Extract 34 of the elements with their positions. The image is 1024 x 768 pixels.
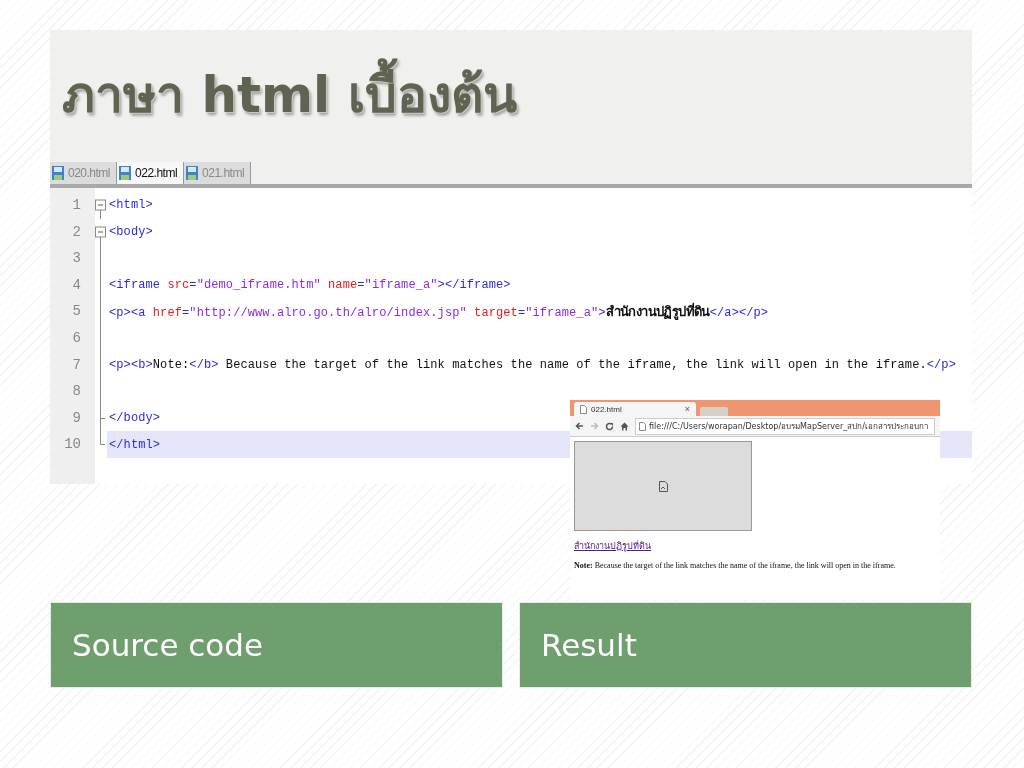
slide-title: ภาษา html เบื้องต้น <box>62 54 517 134</box>
line-number: 9 <box>71 408 82 428</box>
code-line: <iframe src="demo_iframe.htm" name="iframe_a"></iframe> <box>109 278 511 293</box>
code-line: </body> <box>109 411 161 426</box>
home-icon[interactable] <box>620 421 629 431</box>
code-line: <p><a href="http://www.alro.go.th/alro/index.jsp" target="iframe_a">สำนักงานปฏิรูปที่ดิน</a></p> <box>109 301 769 323</box>
caption-box: Source code <box>50 602 503 688</box>
line-number: 2 <box>71 222 82 242</box>
page-link[interactable]: สำนักงานปฏิรูปที่ดิน <box>574 539 651 553</box>
close-tab-button[interactable]: × <box>684 404 690 414</box>
line-number: 3 <box>71 249 82 269</box>
line-number: 8 <box>71 382 82 402</box>
broken-image-icon <box>658 480 668 492</box>
code-line: <html> <box>109 198 153 213</box>
line-number: 1 <box>71 196 82 215</box>
page-icon <box>639 421 646 431</box>
line-number: 10 <box>63 435 82 455</box>
reload-icon[interactable] <box>605 421 614 431</box>
back-arrow-icon[interactable] <box>575 422 584 430</box>
browser-tab-title: 022.html <box>591 404 623 414</box>
code-line: <body> <box>109 224 153 239</box>
code-line: <p><b>Note:</b> Because the target of the link matches the name of the iframe, the link will open in the iframe.</p> <box>109 357 956 372</box>
line-number: 4 <box>71 275 82 295</box>
url-text: file:///C:/Users/worapan/Desktop/อบรมMapServer_สปก/เอกสารประกอบกา <box>649 420 928 433</box>
line-number: 5 <box>71 302 82 322</box>
address-bar[interactable]: file:///C:/Users/worapan/Desktop/อบรมMapServer_สปก/เอกสารประกอบกา <box>635 417 935 435</box>
browser-tab[interactable]: 022.html × <box>574 402 696 416</box>
file-tab[interactable]: 022.html <box>117 162 185 184</box>
code-line: </html> <box>109 437 161 452</box>
line-number: 6 <box>71 328 82 348</box>
line-number: 7 <box>71 355 82 375</box>
page-icon <box>580 404 587 414</box>
caption-box: Result <box>519 602 972 688</box>
note-paragraph: Note: Because the target of the link matches the name of the iframe, the link will open in the iframe. <box>574 561 897 570</box>
